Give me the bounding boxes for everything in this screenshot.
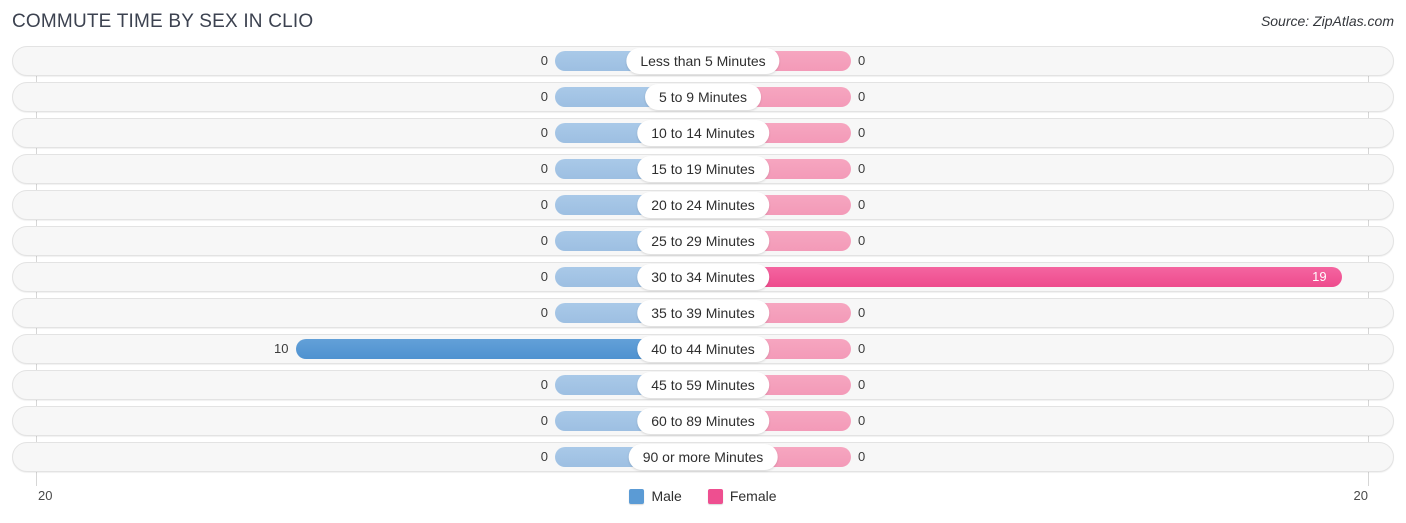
value-label-male: 0 — [540, 125, 548, 140]
value-label-male: 0 — [540, 377, 548, 392]
value-label-male: 0 — [540, 449, 548, 464]
value-label-female: 0 — [858, 449, 866, 464]
value-label-male: 0 — [540, 53, 548, 68]
legend-item-female[interactable]: Female — [707, 488, 777, 504]
category-label: 40 to 44 Minutes — [637, 336, 769, 362]
chart-plot-area: 0 0 Less than 5 Minutes 0 0 5 to 9 Minutes 0 0 1… — [0, 46, 1406, 486]
category-label: 60 to 89 Minutes — [637, 408, 769, 434]
chart-footer: 20 20 Male Female — [0, 480, 1406, 523]
value-label-male: 0 — [540, 89, 548, 104]
category-label: Less than 5 Minutes — [626, 48, 780, 74]
value-label-female: 0 — [858, 233, 866, 248]
legend-item-male[interactable]: Male — [629, 488, 682, 504]
chart-row: 0 0 60 to 89 Minutes — [0, 406, 1406, 436]
value-label-female: 0 — [858, 413, 866, 428]
value-label-male: 0 — [540, 269, 548, 284]
category-label: 35 to 39 Minutes — [637, 300, 769, 326]
chart-legend: Male Female — [0, 488, 1406, 504]
value-label-female: 0 — [858, 53, 866, 68]
category-label: 10 to 14 Minutes — [637, 120, 769, 146]
value-label-male: 10 — [274, 341, 289, 356]
legend-swatch-icon — [707, 488, 723, 504]
chart-row: 0 0 5 to 9 Minutes — [0, 82, 1406, 112]
chart-row: 0 0 Less than 5 Minutes — [0, 46, 1406, 76]
chart-row: 0 19 30 to 34 Minutes — [0, 262, 1406, 292]
chart-row: 0 0 20 to 24 Minutes — [0, 190, 1406, 220]
value-label-male: 0 — [540, 233, 548, 248]
source-attribution: Source: ZipAtlas.com — [1260, 13, 1394, 29]
chart-row: 0 0 35 to 39 Minutes — [0, 298, 1406, 328]
value-label-female: 0 — [858, 341, 866, 356]
value-label-female: 0 — [858, 161, 866, 176]
chart-header: COMMUTE TIME BY SEX IN CLIO Source: ZipA… — [0, 0, 1406, 46]
category-label: 25 to 29 Minutes — [637, 228, 769, 254]
category-label: 30 to 34 Minutes — [637, 264, 769, 290]
value-label-female: 0 — [858, 89, 866, 104]
legend-label: Female — [729, 488, 777, 504]
value-label-male: 0 — [540, 413, 548, 428]
page-title: COMMUTE TIME BY SEX IN CLIO — [12, 11, 314, 32]
chart-row: 0 0 15 to 19 Minutes — [0, 154, 1406, 184]
value-label-female: 0 — [858, 377, 866, 392]
category-label: 5 to 9 Minutes — [645, 84, 761, 110]
value-label-male: 0 — [540, 305, 548, 320]
chart-row: 10 0 40 to 44 Minutes — [0, 334, 1406, 364]
chart-row: 0 0 10 to 14 Minutes — [0, 118, 1406, 148]
value-label-male: 0 — [540, 161, 548, 176]
legend-swatch-icon — [629, 488, 645, 504]
value-label-male: 0 — [540, 197, 548, 212]
legend-label: Male — [651, 488, 682, 504]
chart-row: 0 0 90 or more Minutes — [0, 442, 1406, 472]
category-label: 20 to 24 Minutes — [637, 192, 769, 218]
value-label-female: 19 — [1312, 269, 1327, 284]
bar-female — [703, 267, 1343, 287]
category-label: 45 to 59 Minutes — [637, 372, 769, 398]
value-label-female: 0 — [858, 197, 866, 212]
value-label-female: 0 — [858, 305, 866, 320]
category-label: 15 to 19 Minutes — [637, 156, 769, 182]
bar-rows-container: 0 0 Less than 5 Minutes 0 0 5 to 9 Minutes 0 0 1… — [0, 46, 1406, 478]
chart-row: 0 0 25 to 29 Minutes — [0, 226, 1406, 256]
value-label-female: 0 — [858, 125, 866, 140]
chart-row: 0 0 45 to 59 Minutes — [0, 370, 1406, 400]
category-label: 90 or more Minutes — [628, 444, 778, 470]
